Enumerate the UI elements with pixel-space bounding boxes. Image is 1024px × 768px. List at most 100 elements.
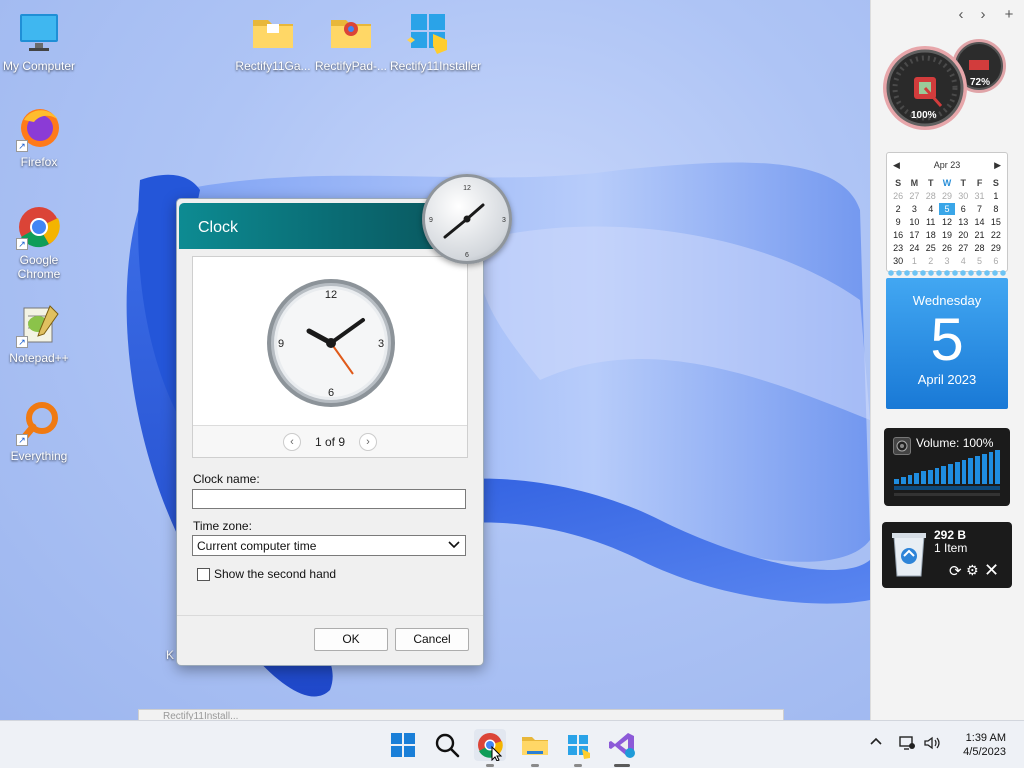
calendar-day[interactable]: 30 bbox=[955, 190, 971, 202]
calendar-day[interactable]: 16 bbox=[890, 229, 906, 241]
desktop-icon-google-chrome[interactable]: ↗ Google Chrome bbox=[1, 204, 77, 281]
calendar-day[interactable]: 12 bbox=[939, 216, 955, 228]
volume-level-bar[interactable] bbox=[907, 475, 913, 484]
calendar-day[interactable]: 1 bbox=[906, 255, 922, 267]
volume-level-bar[interactable] bbox=[961, 459, 967, 484]
calendar-day[interactable]: 17 bbox=[906, 229, 922, 241]
taskbar-chrome-button[interactable] bbox=[474, 729, 506, 767]
calendar-day[interactable]: 22 bbox=[988, 229, 1004, 241]
volume-level-bars[interactable] bbox=[894, 450, 1000, 484]
calendar-day[interactable]: 18 bbox=[923, 229, 939, 241]
cancel-button[interactable]: Cancel bbox=[395, 628, 469, 651]
calendar-day[interactable]: 29 bbox=[988, 242, 1004, 254]
volume-level-bar[interactable] bbox=[934, 467, 940, 484]
calendar-day[interactable]: 30 bbox=[890, 255, 906, 267]
volume-level-bar[interactable] bbox=[988, 451, 994, 484]
desktop-icon-rectify11-gadgets-folder[interactable]: Rectify11Ga... bbox=[235, 10, 311, 73]
calendar-day[interactable]: 31 bbox=[971, 190, 987, 202]
calendar-day[interactable]: 6 bbox=[955, 203, 971, 215]
calendar-next-icon[interactable]: ▶ bbox=[994, 160, 1001, 171]
volume-level-bar[interactable] bbox=[995, 450, 1000, 484]
desktop-icon-rectifypad-folder[interactable]: RectifyPad-... bbox=[313, 10, 389, 73]
sidebar-next-button[interactable]: › bbox=[975, 6, 991, 23]
calendar-day[interactable]: 15 bbox=[988, 216, 1004, 228]
calendar-day[interactable]: 28 bbox=[971, 242, 987, 254]
taskbar-file-explorer-button[interactable] bbox=[519, 729, 551, 767]
second-hand-checkbox[interactable] bbox=[197, 567, 210, 581]
second-hand-option[interactable]: Show the second hand bbox=[197, 567, 336, 581]
taskbar-rectify-installer-button[interactable] bbox=[562, 729, 594, 767]
desktop-icon-my-computer[interactable]: My Computer bbox=[1, 10, 77, 73]
volume-level-bar[interactable] bbox=[921, 471, 926, 484]
settings-gear-icon[interactable]: ⚙ bbox=[966, 562, 979, 579]
calendar-day[interactable]: 27 bbox=[906, 190, 922, 202]
clock-gadget[interactable]: 12 3 6 9 bbox=[422, 174, 512, 264]
calendar-day[interactable]: 4 bbox=[923, 203, 939, 215]
previous-clock-button[interactable]: ‹ bbox=[282, 432, 301, 451]
system-clock[interactable]: 1:39 AM 4/5/2023 bbox=[963, 731, 1006, 759]
volume-level-bar[interactable] bbox=[981, 453, 987, 484]
calendar-day[interactable]: 26 bbox=[890, 190, 906, 202]
calendar-day[interactable]: 11 bbox=[923, 216, 939, 228]
calendar-day[interactable]: 5 bbox=[938, 203, 956, 215]
start-button[interactable] bbox=[387, 729, 419, 761]
dialog-title-bar[interactable]: Clock bbox=[179, 203, 439, 249]
volume-gadget[interactable]: Volume: 100% bbox=[884, 428, 1010, 506]
time-zone-select[interactable]: Current computer time bbox=[192, 535, 466, 556]
clock-name-input[interactable] bbox=[192, 489, 466, 509]
calendar-day[interactable]: 9 bbox=[890, 216, 906, 228]
calendar-day[interactable]: 1 bbox=[988, 190, 1004, 202]
calendar-day[interactable]: 13 bbox=[955, 216, 971, 228]
calendar-day[interactable]: 2 bbox=[890, 203, 906, 215]
empty-bin-close-icon[interactable]: ✕ bbox=[984, 560, 999, 581]
refresh-icon[interactable]: ⟳ bbox=[949, 562, 962, 580]
calendar-day[interactable]: 7 bbox=[971, 203, 987, 215]
background-window-edge[interactable]: Rectify11Install... bbox=[138, 709, 784, 720]
calendar-day[interactable]: 27 bbox=[955, 242, 971, 254]
calendar-day[interactable]: 28 bbox=[923, 190, 939, 202]
volume-icon[interactable] bbox=[923, 735, 941, 754]
volume-level-bar[interactable] bbox=[954, 461, 960, 484]
calendar-day[interactable]: 21 bbox=[971, 229, 987, 241]
volume-level-bar[interactable] bbox=[894, 479, 899, 484]
recycle-bin-gadget[interactable]: 292 B 1 Item ⟳ ⚙ ✕ bbox=[882, 522, 1012, 588]
volume-level-bar[interactable] bbox=[968, 457, 973, 484]
sidebar-prev-button[interactable]: ‹ bbox=[953, 6, 969, 23]
calendar-day[interactable]: 20 bbox=[955, 229, 971, 241]
calendar-day[interactable]: 5 bbox=[971, 255, 987, 267]
calendar-day[interactable]: 25 bbox=[923, 242, 939, 254]
calendar-gadget[interactable]: ◀ Apr 23 ▶ S M T W T F S 26 27 28 29 30 31 1 2 3 4 5 6 7 8 9 1… bbox=[886, 152, 1008, 276]
calendar-day[interactable]: 8 bbox=[988, 203, 1004, 215]
sidebar-add-gadget-button[interactable]: + bbox=[1001, 6, 1017, 23]
network-icon[interactable] bbox=[898, 735, 916, 754]
show-hidden-icons-chevron-up-icon[interactable] bbox=[869, 735, 883, 752]
calendar-day[interactable]: 24 bbox=[906, 242, 922, 254]
volume-level-bar[interactable] bbox=[914, 473, 919, 484]
cpu-meter-gadget[interactable]: 100% 72% bbox=[883, 36, 1011, 132]
taskbar-visual-studio-button[interactable] bbox=[606, 729, 638, 767]
volume-level-bar[interactable] bbox=[927, 469, 933, 484]
next-clock-button[interactable]: › bbox=[359, 432, 378, 451]
desktop-icon-everything[interactable]: ↗ Everything bbox=[1, 400, 77, 463]
volume-level-bar[interactable] bbox=[975, 455, 980, 484]
desktop-icon-notepadpp[interactable]: ↗ Notepad++ bbox=[1, 302, 77, 365]
calendar-day[interactable]: 2 bbox=[923, 255, 939, 267]
date-gadget[interactable]: Wednesday 5 April 2023 bbox=[886, 278, 1008, 409]
calendar-day[interactable]: 19 bbox=[939, 229, 955, 241]
desktop-icon-rectify11-installer[interactable]: Rectify11Installer bbox=[390, 10, 481, 73]
calendar-day[interactable]: 29 bbox=[939, 190, 955, 202]
calendar-day[interactable]: 10 bbox=[906, 216, 922, 228]
calendar-day[interactable]: 26 bbox=[939, 242, 955, 254]
volume-level-bar[interactable] bbox=[900, 477, 906, 484]
ok-button[interactable]: OK bbox=[314, 628, 388, 651]
calendar-day[interactable]: 3 bbox=[906, 203, 922, 215]
volume-level-bar[interactable] bbox=[941, 465, 946, 484]
calendar-day[interactable]: 6 bbox=[988, 255, 1004, 267]
taskbar-search-button[interactable] bbox=[431, 729, 463, 761]
calendar-day[interactable]: 4 bbox=[955, 255, 971, 267]
volume-level-bar[interactable] bbox=[948, 463, 953, 484]
calendar-day[interactable]: 3 bbox=[939, 255, 955, 267]
desktop-icon-firefox[interactable]: ↗ Firefox bbox=[1, 106, 77, 169]
calendar-prev-icon[interactable]: ◀ bbox=[893, 160, 900, 171]
calendar-day[interactable]: 14 bbox=[971, 216, 987, 228]
